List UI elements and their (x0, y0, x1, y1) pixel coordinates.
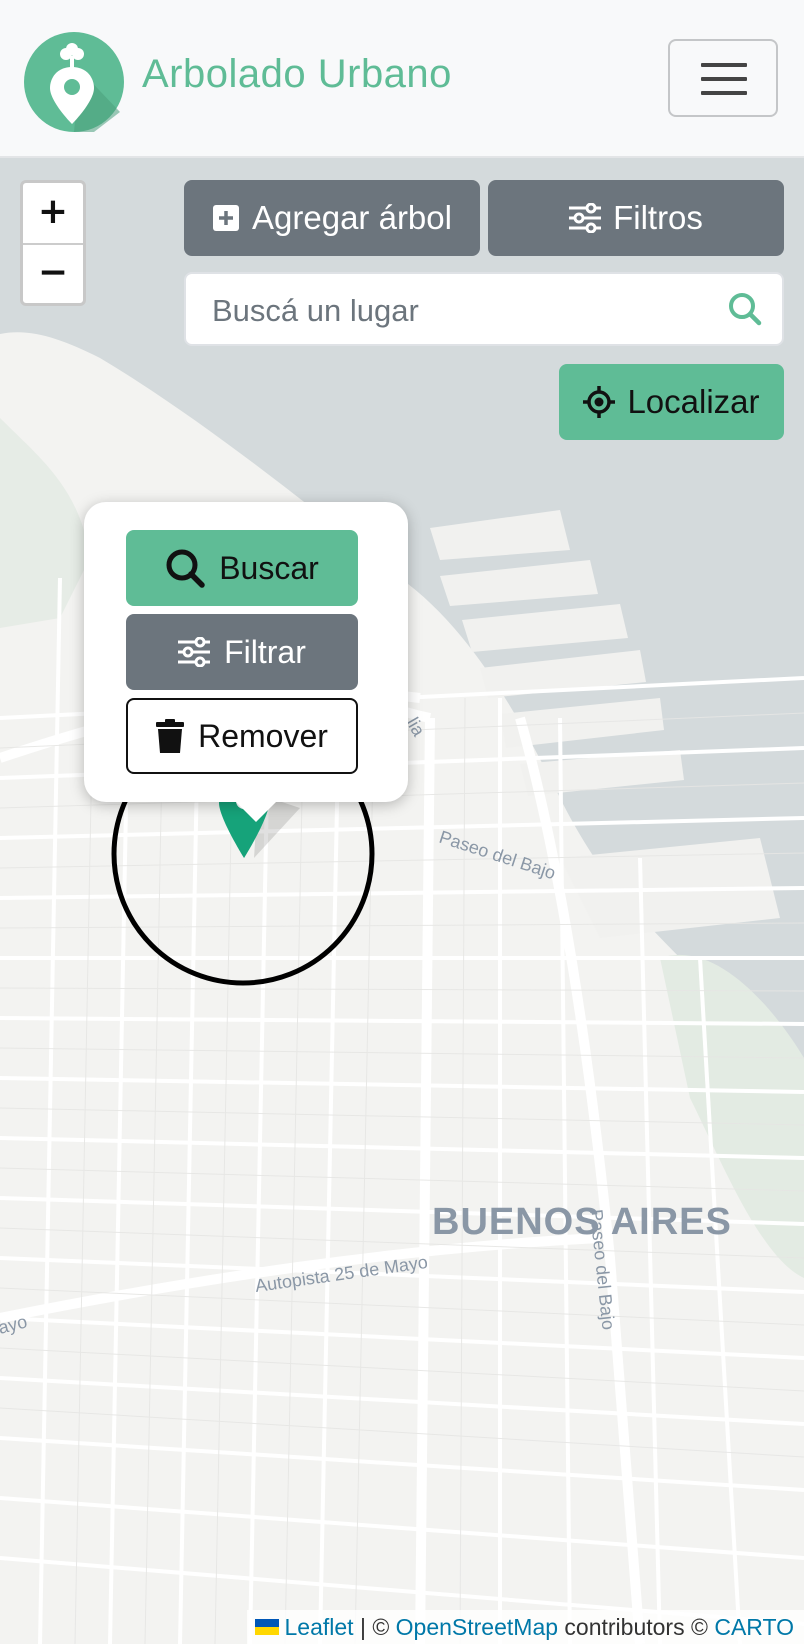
navbar: Arbolado Urbano (0, 0, 804, 158)
popup-tip (236, 802, 276, 822)
zoom-in-button[interactable]: + (23, 183, 83, 245)
zoom-control: + − (20, 180, 86, 306)
marker-popup: Buscar Filtrar Remover (84, 502, 408, 822)
hamburger-icon (701, 63, 747, 67)
attribution-contributors: contributors © (558, 1613, 715, 1640)
popup-filter-label: Filtrar (224, 633, 306, 670)
hamburger-line (701, 91, 747, 95)
search-icon[interactable] (728, 292, 762, 331)
plus-square-icon (212, 204, 240, 232)
carto-link[interactable]: CARTO (714, 1614, 794, 1641)
crosshair-icon (583, 386, 616, 418)
filters-label: Filtros (613, 199, 703, 236)
locate-label: Localizar (627, 383, 760, 420)
place-search (184, 272, 784, 346)
zoom-out-button[interactable]: − (23, 244, 83, 304)
add-tree-label: Agregar árbol (252, 199, 452, 236)
magnifier-icon (165, 548, 205, 588)
trash-icon (156, 719, 185, 753)
sliders-icon (178, 637, 211, 667)
search-input[interactable] (210, 288, 714, 334)
popup-remove-label: Remover (198, 717, 328, 754)
map-attribution: Leaflet | © OpenStreetMap contributors ©… (246, 1610, 804, 1644)
hamburger-line (701, 77, 747, 81)
tree-pin-icon (50, 43, 120, 132)
popup-search-label: Buscar (219, 549, 319, 586)
filters-button[interactable]: Filtros (488, 180, 784, 256)
city-label: BUENOS AIRES (432, 1201, 732, 1243)
logo[interactable] (24, 32, 124, 132)
leaflet-link[interactable]: Leaflet (285, 1614, 354, 1641)
add-tree-button[interactable]: Agregar árbol (184, 180, 480, 256)
popup-search-button[interactable]: Buscar (126, 530, 358, 606)
street-label: ayo (0, 1311, 29, 1337)
map[interactable]: BUENOS AIRES Paseo del Bajo Paseo del Ba… (0, 158, 804, 1644)
osm-link[interactable]: OpenStreetMap (396, 1614, 558, 1641)
ukraine-flag-icon (254, 1619, 279, 1635)
brand-title[interactable]: Arbolado Urbano (142, 52, 452, 97)
popup-filter-button[interactable]: Filtrar (126, 614, 358, 690)
popup-remove-button[interactable]: Remover (126, 698, 358, 774)
street-label: Paseo del Bajo (437, 827, 558, 883)
menu-toggle-button[interactable] (668, 39, 778, 117)
locate-button[interactable]: Localizar (559, 364, 784, 440)
sliders-icon (569, 203, 602, 233)
attribution-separator: | © (353, 1613, 396, 1640)
